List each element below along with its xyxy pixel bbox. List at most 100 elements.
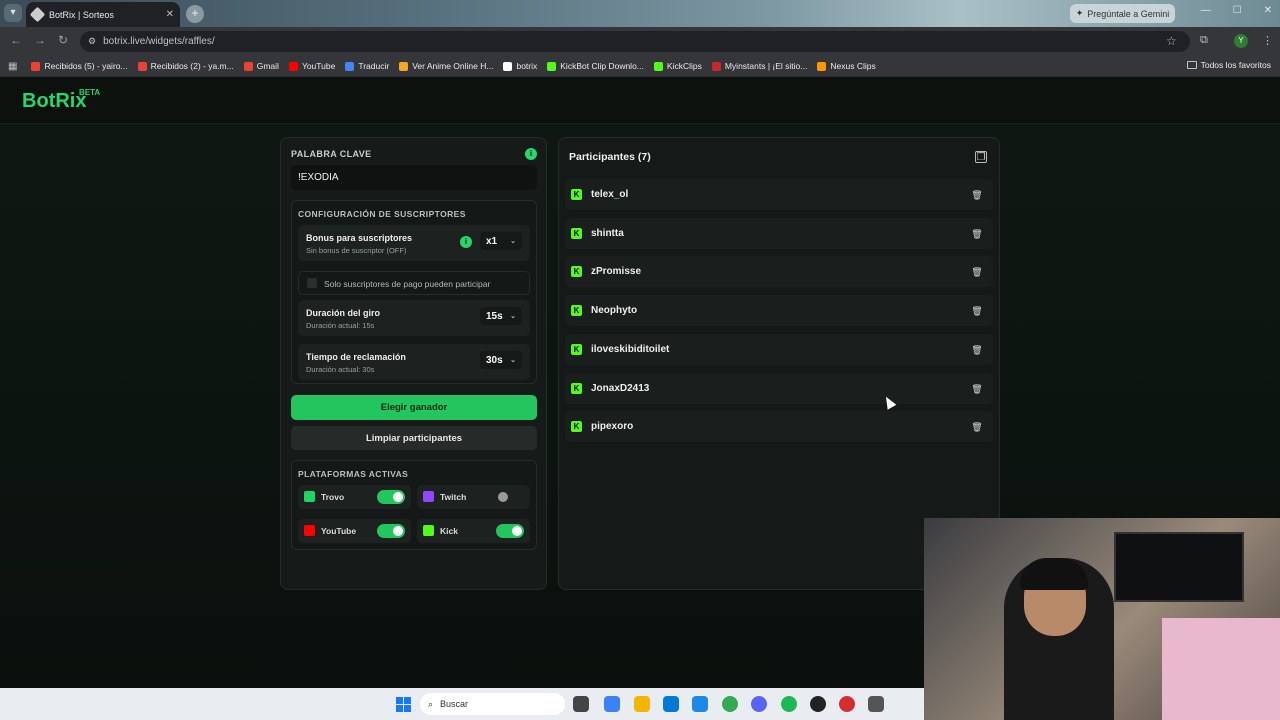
back-icon[interactable]: ← [10, 33, 22, 47]
participant-row: Kiloveskibiditoilet 🗑 [565, 333, 993, 365]
bookmark-item[interactable]: Traducir [345, 61, 389, 71]
keyword-info-icon[interactable]: i [525, 148, 537, 160]
gemini-button[interactable]: ✦ Pregúntale a Gemini [1070, 4, 1175, 23]
bookmark-item[interactable]: KickClips [653, 61, 702, 71]
obs-icon[interactable] [810, 696, 826, 712]
omnibox[interactable]: ⚙ botrix.live/widgets/raffles/ [80, 31, 1190, 52]
bookmark-item[interactable]: Recibidos (2) - ya.m... [137, 61, 234, 71]
webcam-box [1162, 618, 1280, 720]
tab-search-icon[interactable]: ▾ [4, 4, 22, 22]
chevron-down-icon: ⌄ [510, 238, 516, 245]
twitch-toggle[interactable] [496, 490, 524, 504]
bookmark-item[interactable]: botrix [503, 61, 537, 71]
store-icon[interactable] [663, 696, 679, 712]
profile-avatar[interactable]: Y [1234, 34, 1248, 48]
botrix-logo[interactable]: BotRix [22, 90, 86, 113]
bookmark-favicon-icon [653, 61, 663, 71]
site-info-icon[interactable]: ⚙ [88, 36, 96, 47]
bookmark-star-icon[interactable]: ☆ [1166, 34, 1177, 48]
participant-name: Neophyto [591, 305, 638, 317]
bonus-select[interactable]: x1 ⌄ [480, 232, 522, 250]
kick-icon: K [571, 227, 582, 239]
tab-title: BotRix | Sorteos [49, 9, 114, 20]
bookmark-label: Nexus Clips [830, 61, 876, 71]
bookmark-favicon-icon [243, 61, 253, 71]
trash-icon[interactable]: 🗑 [969, 303, 985, 319]
all-bookmarks[interactable]: Todos los favoritos [1186, 60, 1271, 70]
webcam-overlay [924, 518, 1280, 720]
app-red-icon[interactable] [839, 696, 855, 712]
browser-menu-icon[interactable]: ⋮ [1262, 34, 1273, 47]
close-tab-icon[interactable]: ✕ [166, 9, 174, 20]
close-window-icon[interactable]: ✕ [1264, 5, 1272, 16]
bookmark-item[interactable]: Recibidos (5) - yairo... [31, 61, 128, 71]
app-header: BotRix BETA [0, 78, 1280, 124]
bookmark-item[interactable]: Myinstants | ¡El sitio... [711, 61, 808, 71]
forward-icon[interactable]: → [34, 33, 46, 47]
app-misc-icon[interactable] [868, 696, 884, 712]
spin-duration-row: Duración del giro Duración actual: 15s 1… [298, 300, 530, 336]
bookmark-favicon-icon [345, 61, 355, 71]
bookmark-item[interactable]: YouTube [288, 61, 335, 71]
participant-name: pipexoro [591, 421, 634, 433]
spin-duration-select[interactable]: 15s ⌄ [480, 307, 522, 325]
discord-icon[interactable] [751, 696, 767, 712]
choose-winner-button[interactable]: Elegir ganador [291, 395, 537, 420]
chrome-icon[interactable] [722, 696, 738, 712]
copy-icon[interactable]: ❐ [975, 151, 987, 163]
webcam-cap [1020, 558, 1088, 590]
botrix-favicon-icon [29, 6, 46, 23]
file-explorer-icon[interactable] [634, 696, 650, 712]
youtube-toggle[interactable] [377, 524, 405, 538]
apps-grid-icon[interactable]: ▦ [8, 61, 17, 72]
folder-icon [1186, 61, 1197, 69]
raffle-settings-panel: PALABRA CLAVE i CONFIGURACIÓN DE SUSCRIP… [280, 137, 547, 590]
windows-start-icon[interactable] [396, 697, 411, 712]
claim-time-select[interactable]: 30s ⌄ [480, 351, 522, 369]
paid-subs-only-checkbox[interactable] [307, 278, 317, 288]
spotify-icon[interactable] [781, 696, 797, 712]
minimize-icon[interactable]: — [1201, 5, 1211, 16]
kick-toggle[interactable] [496, 524, 524, 538]
extensions-icon[interactable]: ⧉ [1200, 34, 1208, 47]
taskbar-search[interactable]: ⌕ Buscar [420, 693, 565, 715]
kick-icon: K [571, 305, 582, 317]
trash-icon[interactable]: 🗑 [969, 264, 985, 280]
participant-row: Ktelex_ol 🗑 [565, 179, 993, 210]
participant-name: iloveskibiditoilet [591, 343, 670, 355]
browser-tab[interactable]: BotRix | Sorteos ✕ [26, 2, 180, 27]
bonus-info-icon[interactable]: i [460, 236, 472, 248]
maximize-icon[interactable]: ☐ [1233, 5, 1242, 16]
edge-icon[interactable] [692, 696, 708, 712]
participant-row: K JonaxD2413 🗑 [565, 372, 993, 404]
trash-icon[interactable]: 🗑 [969, 187, 985, 203]
trash-icon[interactable]: 🗑 [969, 419, 985, 435]
bookmark-item[interactable]: Nexus Clips [817, 61, 876, 71]
keyword-input[interactable] [291, 165, 537, 190]
trash-icon[interactable]: 🗑 [969, 226, 985, 242]
new-tab-button[interactable]: + [186, 5, 204, 23]
trovo-icon [304, 491, 315, 502]
bookmark-item[interactable]: Ver Anime Online H... [399, 61, 493, 71]
platform-twitch: Twitch [417, 485, 530, 509]
bookmark-label: Recibidos (5) - yairo... [44, 61, 128, 71]
trash-icon[interactable]: 🗑 [969, 342, 985, 358]
taskview-icon[interactable] [573, 696, 589, 712]
chevron-down-icon: ⌄ [510, 313, 516, 320]
trash-icon[interactable]: 🗑 [969, 381, 985, 397]
trovo-toggle[interactable] [377, 490, 405, 504]
reload-icon[interactable]: ↻ [58, 33, 68, 47]
participant-row: KzPromisse 🗑 [565, 256, 993, 288]
address-toolbar: ← → ↻ ⚙ botrix.live/widgets/raffles/ ☆ ⧉… [0, 27, 1280, 56]
bookmark-label: Traducir [358, 61, 390, 71]
app-icon[interactable] [604, 696, 620, 712]
twitch-icon [423, 491, 434, 502]
paid-subs-only-row[interactable]: Solo suscriptores de pago pueden partici… [298, 271, 530, 295]
keyword-label: PALABRA CLAVE [291, 149, 372, 159]
bookmark-item[interactable]: KickBot Clip Downlo... [547, 61, 644, 71]
youtube-icon [304, 525, 315, 536]
clear-participants-button[interactable]: Limpiar participantes [291, 426, 537, 450]
bookmark-item[interactable]: Gmail [243, 61, 279, 71]
bookmark-label: Myinstants | ¡El sitio... [724, 61, 808, 71]
kick-icon: K [571, 382, 582, 394]
